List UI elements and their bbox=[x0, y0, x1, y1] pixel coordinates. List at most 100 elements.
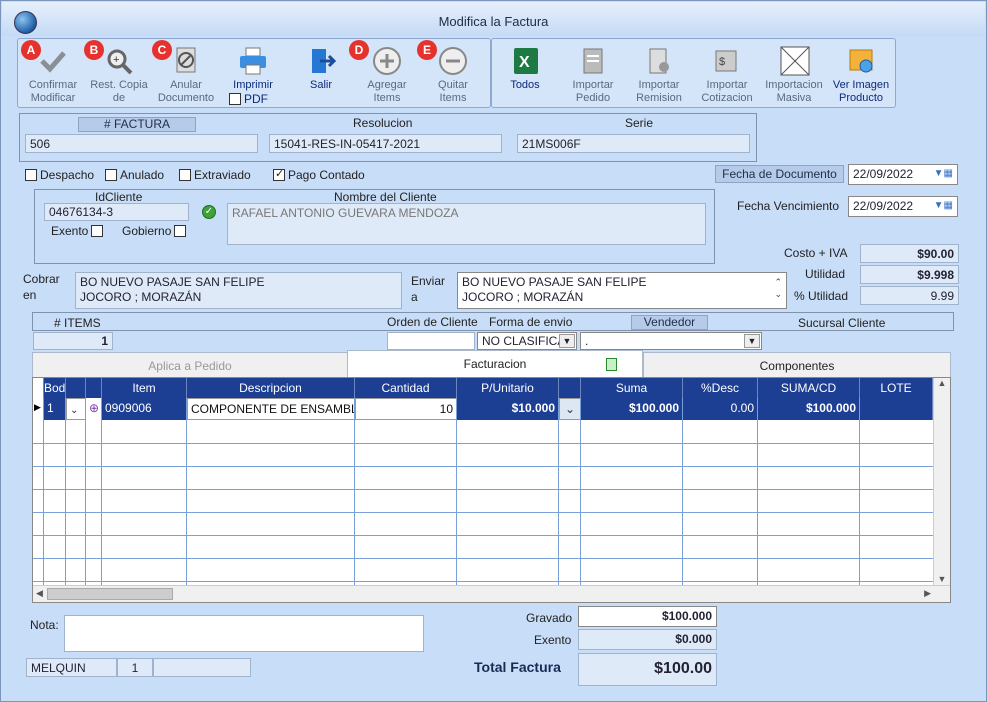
pago-contado-box[interactable] bbox=[273, 167, 285, 181]
pago-contado-checkbox[interactable]: Pago Contado bbox=[273, 167, 365, 182]
utility-pct-label: % Utilidad bbox=[794, 289, 849, 303]
client-name-field[interactable]: RAFAEL ANTONIO GUEVARA MENDOZA bbox=[227, 203, 706, 245]
anulado-checkbox[interactable]: Anulado bbox=[105, 168, 164, 182]
gobierno-checkbox[interactable]: Gobierno bbox=[122, 224, 187, 238]
items-label: # ITEMS bbox=[54, 316, 101, 330]
cell-bodega[interactable]: 1 bbox=[44, 398, 66, 420]
grid-line bbox=[33, 466, 933, 467]
import-order-button[interactable]: Importar Pedido bbox=[563, 45, 623, 105]
calendar-icon[interactable]: ▼▦ bbox=[934, 166, 953, 181]
grid-line bbox=[33, 512, 933, 513]
seller-select[interactable]: . ▼ bbox=[580, 332, 762, 350]
cell-item[interactable]: 0909006 bbox=[102, 398, 187, 420]
cell-unit-price[interactable]: $10.000 bbox=[457, 398, 559, 420]
mass-import-button[interactable]: Importacion Masiva bbox=[763, 45, 825, 105]
series-field[interactable]: 21MS006F bbox=[517, 134, 750, 153]
exit-button[interactable]: Salir bbox=[291, 45, 351, 92]
col-suma[interactable]: Suma bbox=[581, 378, 683, 398]
col-blank-2[interactable] bbox=[86, 378, 102, 398]
cell-sum-cd: $100.000 bbox=[758, 398, 860, 420]
enviar-label-2: a bbox=[411, 290, 418, 304]
ship-value: NO CLASIFICA bbox=[482, 334, 566, 348]
cell-description[interactable]: COMPONENTE DE ENSAMBL bbox=[187, 398, 355, 420]
tab-componentes[interactable]: Componentes bbox=[643, 352, 951, 378]
col-punitario[interactable]: P/Unitario bbox=[457, 378, 559, 398]
search-item-icon[interactable]: ⊕ bbox=[86, 398, 102, 420]
billing-address-field[interactable]: BO NUEVO PASAJE SAN FELIPE JOCORO ; MORA… bbox=[75, 272, 402, 309]
note-field[interactable] bbox=[64, 615, 424, 652]
cell-quantity[interactable]: 10 bbox=[355, 398, 457, 420]
chevron-down-icon[interactable]: ▼ bbox=[744, 334, 760, 348]
scroll-left-icon[interactable]: ◀ bbox=[36, 588, 43, 599]
order-field[interactable] bbox=[387, 332, 475, 350]
tab-facturacion[interactable]: Facturacion bbox=[347, 350, 643, 378]
todos-button[interactable]: X Todos bbox=[497, 45, 553, 92]
col-desc[interactable]: %Desc bbox=[683, 378, 758, 398]
client-id-field[interactable]: 04676134-3 bbox=[44, 203, 189, 221]
bodega-dropdown[interactable]: ⌄ bbox=[66, 398, 86, 420]
anulado-box[interactable] bbox=[105, 169, 117, 181]
extraviado-checkbox[interactable]: Extraviado bbox=[179, 168, 251, 182]
col-lote[interactable]: LOTE bbox=[860, 378, 933, 398]
cost-label: Costo + IVA bbox=[784, 246, 848, 260]
col-cantidad[interactable]: Cantidad bbox=[355, 378, 457, 398]
col-item[interactable]: Item bbox=[102, 378, 187, 398]
minus-circle-icon bbox=[436, 45, 470, 77]
exento-checkbox[interactable]: Exento bbox=[51, 224, 104, 238]
title-bar: Modifica la Factura bbox=[2, 2, 985, 36]
seller-label: Vendedor bbox=[631, 315, 708, 330]
gobierno-box[interactable] bbox=[174, 225, 187, 237]
col-descripcion[interactable]: Descripcion bbox=[187, 378, 355, 398]
despacho-box[interactable] bbox=[25, 169, 37, 181]
view-image-button[interactable]: Ver Imagen Producto bbox=[831, 45, 891, 105]
pdf-checkbox-box[interactable] bbox=[229, 93, 241, 105]
chevron-down-icon[interactable]: ▼ bbox=[559, 334, 575, 348]
void-document-icon bbox=[169, 45, 203, 77]
exento-box[interactable] bbox=[91, 225, 104, 237]
window-title: Modifica la Factura bbox=[438, 14, 549, 29]
scroll-thumb[interactable] bbox=[47, 588, 173, 600]
chevron-down-icon: ⌄ bbox=[70, 405, 79, 416]
pdf-checkbox[interactable]: PDF bbox=[229, 92, 268, 106]
col-blank-1[interactable] bbox=[66, 378, 86, 398]
due-date-label: Fecha Vencimiento bbox=[737, 199, 840, 213]
price-dropdown[interactable]: ⌄ bbox=[559, 398, 581, 420]
excel-icon: X bbox=[508, 45, 542, 77]
import-remission-button[interactable]: Importar Remision bbox=[629, 45, 689, 105]
col-sumacd[interactable]: SUMA/CD bbox=[758, 378, 860, 398]
verified-icon[interactable]: ✓ bbox=[202, 205, 216, 219]
invoice-number-field[interactable]: 506 bbox=[25, 134, 258, 153]
col-bodega[interactable]: Bodega bbox=[44, 378, 66, 398]
col-blank-3[interactable] bbox=[559, 378, 581, 398]
restore-label-2: de bbox=[112, 92, 126, 104]
tab-aplica-pedido[interactable]: Aplica a Pedido bbox=[32, 352, 348, 378]
scroll-arrows-icon[interactable]: ⌃ ⌄ bbox=[774, 276, 782, 300]
cell-discount[interactable]: 0.00 bbox=[683, 398, 758, 420]
utility-value: $9.998 bbox=[860, 265, 959, 284]
scroll-down-icon[interactable]: ▼ bbox=[934, 574, 950, 584]
cobrar-label-2: en bbox=[23, 288, 37, 302]
print-button[interactable]: Imprimir bbox=[223, 45, 283, 92]
scroll-up-icon[interactable]: ▲ bbox=[934, 378, 950, 388]
shipping-address-field[interactable]: BO NUEVO PASAJE SAN FELIPE JOCORO ; MORA… bbox=[457, 272, 787, 309]
despacho-checkbox[interactable]: Despacho bbox=[25, 168, 94, 182]
due-date-picker[interactable]: 22/09/2022 ▼▦ bbox=[848, 196, 958, 217]
doc-date-picker[interactable]: 22/09/2022 ▼▦ bbox=[848, 164, 958, 185]
cost-value: $90.00 bbox=[860, 244, 959, 263]
horizontal-scrollbar[interactable]: ◀ ▶ bbox=[33, 585, 950, 602]
tab-facturacion-label: Facturacion bbox=[463, 357, 527, 371]
chevron-down-icon: ⌄ bbox=[564, 402, 576, 416]
calendar-icon[interactable]: ▼▦ bbox=[934, 198, 953, 213]
ship-select[interactable]: NO CLASIFICA ▼ bbox=[477, 332, 577, 350]
resolution-field[interactable]: 15041-RES-IN-05417-2021 bbox=[269, 134, 502, 153]
cell-lote[interactable] bbox=[860, 398, 933, 420]
scroll-right-icon[interactable]: ▶ bbox=[924, 588, 931, 599]
grid-line bbox=[558, 398, 559, 588]
grid-line bbox=[85, 398, 86, 588]
grid-line bbox=[33, 535, 933, 536]
import-quote-button[interactable]: $ Importar Cotizacion bbox=[697, 45, 757, 105]
extraviado-box[interactable] bbox=[179, 169, 191, 181]
enviar-label: Enviar bbox=[411, 274, 446, 288]
utility-pct-value: 9.99 bbox=[860, 286, 959, 305]
vertical-scrollbar[interactable]: ▲ ▼ bbox=[933, 378, 950, 586]
